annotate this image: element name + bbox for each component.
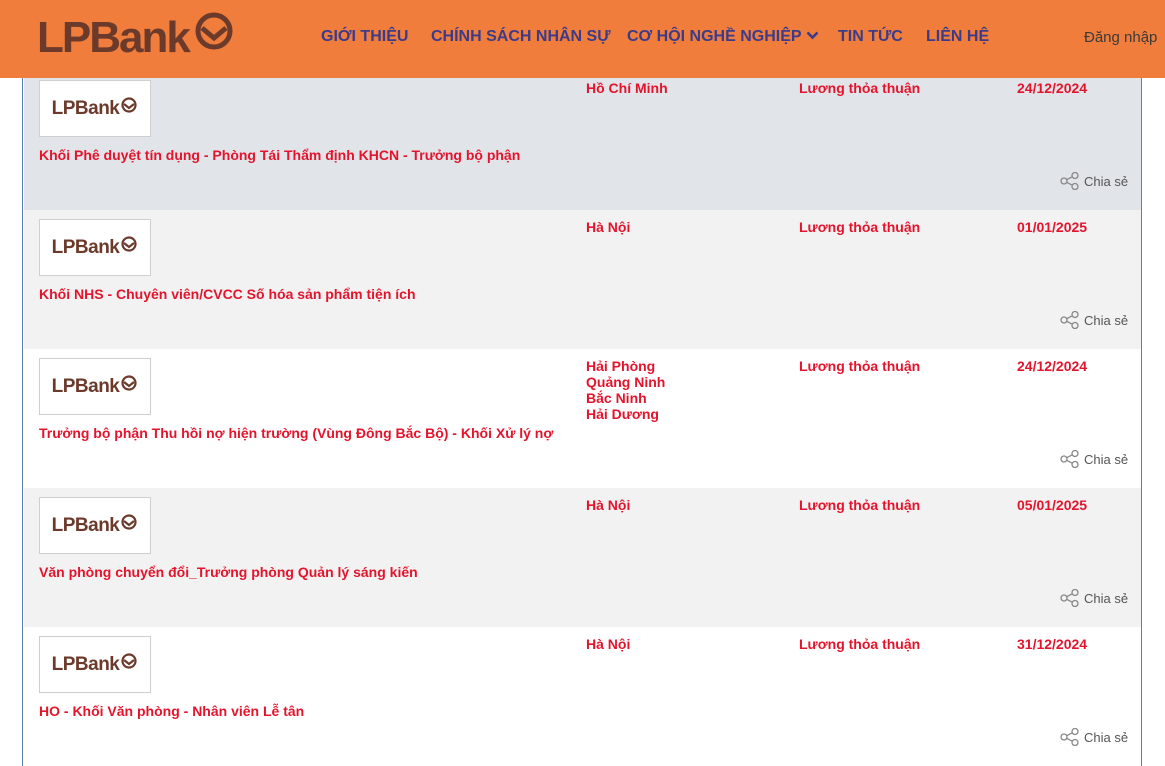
company-logo: LPBank — [39, 219, 151, 276]
site-header: LPBank GIỚI THIỆU CHÍNH SÁCH NHÂN SỰ CƠ … — [0, 0, 1165, 78]
login-link[interactable]: Đăng nhập — [1084, 29, 1157, 46]
nav-item-chinh-sach-nhan-su[interactable]: CHÍNH SÁCH NHÂN SỰ — [431, 28, 611, 46]
job-date: 24/12/2024 — [1017, 358, 1088, 374]
job-row[interactable]: LPBank Văn phòng chuyển đổi_Trưởng phòng… — [24, 488, 1141, 627]
job-location: Hà Nội — [586, 497, 631, 513]
share-button[interactable]: Chia sẻ — [1060, 728, 1128, 746]
logo-wordmark: LPBank — [37, 13, 191, 62]
job-salary: Lương thỏa thuận — [799, 219, 921, 235]
share-button[interactable]: Chia sẻ — [1060, 311, 1128, 329]
job-date: 01/01/2025 — [1017, 219, 1088, 235]
share-icon — [1060, 172, 1079, 190]
share-icon — [1060, 450, 1079, 468]
company-logo: LPBank — [39, 497, 151, 554]
job-title-link[interactable]: Khối Phê duyệt tín dụng - Phòng Tái Thẩm… — [39, 147, 520, 163]
job-salary: Lương thỏa thuận — [799, 80, 921, 96]
lpbank-logo-icon — [121, 96, 137, 113]
job-salary: Lương thỏa thuận — [799, 636, 921, 652]
job-date: 31/12/2024 — [1017, 636, 1088, 652]
nav-item-label: CƠ HỘI NGHỀ NGHIỆP — [627, 28, 802, 45]
job-list: LPBank Khối Phê duyệt tín dụng - Phòng T… — [22, 0, 1142, 766]
nav-item-gioi-thieu[interactable]: GIỚI THIỆU — [321, 28, 408, 46]
company-logo: LPBank — [39, 358, 151, 415]
share-button[interactable]: Chia sẻ — [1060, 172, 1128, 190]
job-location: Hải Phòng Quảng Ninh Bắc Ninh Hải Dương — [586, 358, 666, 422]
chevron-down-icon — [806, 31, 818, 40]
share-button[interactable]: Chia sẻ — [1060, 589, 1128, 607]
job-title-link[interactable]: HO - Khối Văn phòng - Nhân viên Lễ tân — [39, 703, 304, 719]
job-title-link[interactable]: Văn phòng chuyển đổi_Trưởng phòng Quản l… — [39, 564, 418, 580]
job-salary: Lương thỏa thuận — [799, 358, 921, 374]
job-row[interactable]: LPBank HO - Khối Văn phòng - Nhân viên L… — [24, 627, 1141, 766]
job-row[interactable]: LPBank Khối NHS - Chuyên viên/CVCC Số hó… — [24, 210, 1141, 349]
company-logo: LPBank — [39, 636, 151, 693]
job-location: Hà Nội — [586, 636, 631, 652]
share-icon — [1060, 589, 1079, 607]
share-icon — [1060, 311, 1079, 329]
job-location: Hồ Chí Minh — [586, 80, 668, 96]
lpbank-logo-icon — [195, 12, 233, 50]
job-date: 05/01/2025 — [1017, 497, 1088, 513]
nav-item-lien-he[interactable]: LIÊN HỆ — [926, 28, 989, 46]
job-row[interactable]: LPBank Trưởng bộ phận Thu hồi nợ hiện tr… — [24, 349, 1141, 488]
share-icon — [1060, 728, 1079, 746]
job-date: 24/12/2024 — [1017, 80, 1088, 96]
job-location: Hà Nội — [586, 219, 631, 235]
job-title-link[interactable]: Khối NHS - Chuyên viên/CVCC Số hóa sản p… — [39, 286, 416, 302]
job-salary: Lương thỏa thuận — [799, 497, 921, 513]
job-title-link[interactable]: Trưởng bộ phận Thu hồi nợ hiện trường (V… — [39, 425, 553, 441]
lpbank-logo-icon — [121, 652, 137, 669]
nav-item-tin-tuc[interactable]: TIN TỨC — [838, 28, 903, 46]
nav-item-co-hoi-nghe-nghiep[interactable]: CƠ HỘI NGHỀ NGHIỆP — [627, 28, 819, 46]
lpbank-logo[interactable]: LPBank — [37, 10, 235, 66]
lpbank-logo-icon — [121, 235, 137, 252]
lpbank-logo-icon — [121, 513, 137, 530]
job-row[interactable]: LPBank Khối Phê duyệt tín dụng - Phòng T… — [24, 71, 1141, 210]
lpbank-logo-icon — [121, 374, 137, 391]
company-logo: LPBank — [39, 80, 151, 137]
share-button[interactable]: Chia sẻ — [1060, 450, 1128, 468]
